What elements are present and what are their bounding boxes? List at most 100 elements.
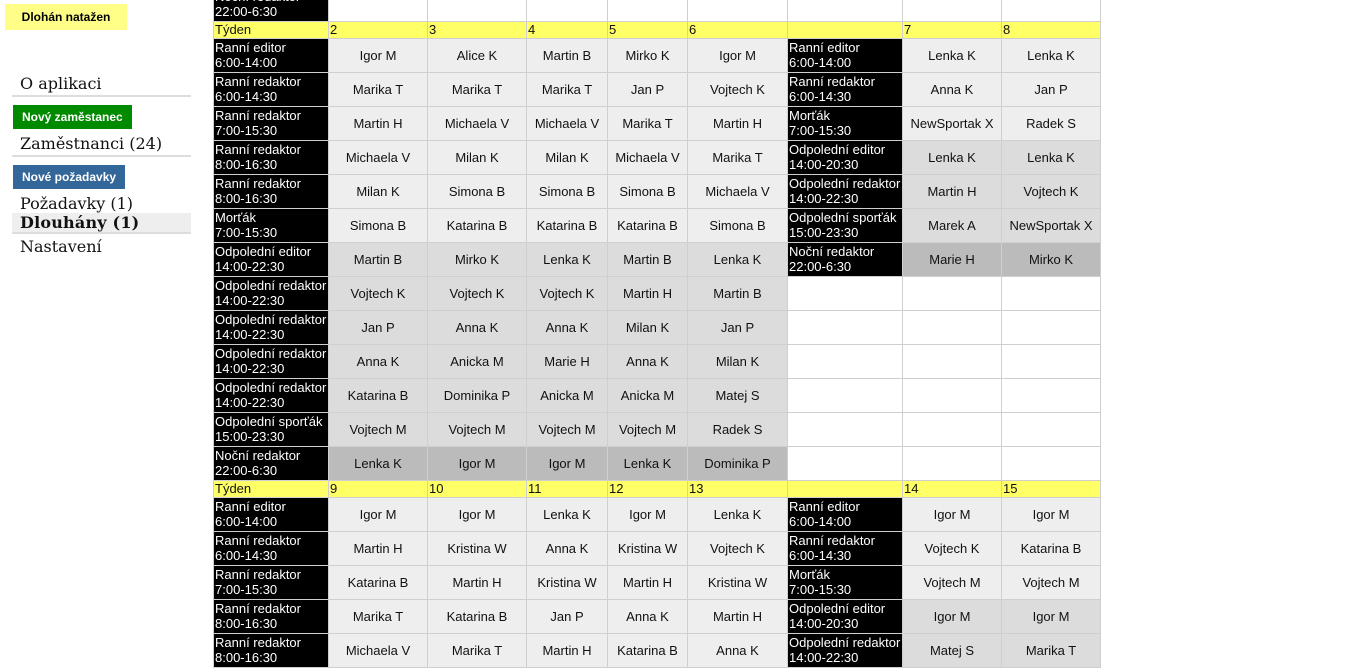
- assignment-cell[interactable]: Simona B: [328, 208, 428, 243]
- assignment-cell[interactable]: Anicka M: [607, 378, 688, 413]
- assignment-cell[interactable]: Igor M: [607, 497, 688, 532]
- assignment-cell[interactable]: Igor M: [427, 497, 527, 532]
- assignment-cell[interactable]: Vojtech M: [427, 412, 527, 447]
- assignment-cell[interactable]: Igor M: [1001, 497, 1101, 532]
- assignment-cell[interactable]: Vojtech M: [526, 412, 608, 447]
- assignment-cell[interactable]: Dominika P: [427, 378, 527, 413]
- assignment-cell[interactable]: Igor M: [328, 38, 428, 73]
- assignment-cell[interactable]: Lenka K: [328, 446, 428, 481]
- assignment-cell[interactable]: Anna K: [902, 72, 1002, 107]
- assignment-cell[interactable]: Marika T: [427, 72, 527, 107]
- assignment-cell[interactable]: Vojtech K: [427, 276, 527, 311]
- assignment-cell[interactable]: Michaela V: [526, 106, 608, 141]
- assignment-cell[interactable]: Milan K: [687, 344, 788, 379]
- assignment-cell[interactable]: Milan K: [526, 140, 608, 175]
- assignment-cell[interactable]: Vojtech K: [526, 276, 608, 311]
- assignment-cell[interactable]: Igor M: [687, 38, 788, 73]
- assignment-cell[interactable]: Katarina B: [526, 208, 608, 243]
- assignment-cell[interactable]: Martin B: [526, 38, 608, 73]
- assignment-cell[interactable]: Radek S: [687, 412, 788, 447]
- assignment-cell[interactable]: Simona B: [526, 174, 608, 209]
- assignment-cell[interactable]: Kristina W: [607, 531, 688, 566]
- assignment-cell[interactable]: Lenka K: [902, 140, 1002, 175]
- assignment-cell[interactable]: Marek A: [902, 208, 1002, 243]
- assignment-cell[interactable]: Lenka K: [526, 497, 608, 532]
- assignment-cell[interactable]: Vojtech M: [607, 412, 688, 447]
- assignment-cell[interactable]: Lenka K: [1001, 38, 1101, 73]
- assignment-cell[interactable]: Igor M: [1001, 599, 1101, 634]
- assignment-cell[interactable]: Kristina W: [687, 565, 788, 600]
- assignment-cell[interactable]: Anna K: [328, 344, 428, 379]
- assignment-cell[interactable]: Milan K: [607, 310, 688, 345]
- assignment-cell[interactable]: Milan K: [328, 174, 428, 209]
- assignment-cell[interactable]: Martin H: [607, 276, 688, 311]
- assignment-cell[interactable]: Marika T: [328, 599, 428, 634]
- assignment-cell[interactable]: Anna K: [607, 599, 688, 634]
- assignment-cell[interactable]: Martin H: [902, 174, 1002, 209]
- assignment-cell[interactable]: NewSportak X: [1001, 208, 1101, 243]
- assignment-cell[interactable]: Igor M: [328, 497, 428, 532]
- assignment-cell[interactable]: Igor M: [427, 446, 527, 481]
- assignment-cell[interactable]: Matej S: [687, 378, 788, 413]
- assignment-cell[interactable]: Anna K: [526, 531, 608, 566]
- assignment-cell[interactable]: Vojtech M: [1001, 565, 1101, 600]
- assignment-cell[interactable]: Vojtech K: [902, 531, 1002, 566]
- nav-about[interactable]: O aplikaci: [12, 74, 191, 97]
- assignment-cell[interactable]: Martin B: [328, 242, 428, 277]
- nav-long-shifts[interactable]: Dlouhány (1): [12, 213, 191, 234]
- assignment-cell[interactable]: Jan P: [328, 310, 428, 345]
- assignment-cell[interactable]: Jan P: [687, 310, 788, 345]
- assignment-cell[interactable]: Marika T: [328, 72, 428, 107]
- assignment-cell[interactable]: Igor M: [902, 599, 1002, 634]
- assignment-cell[interactable]: Marika T: [526, 72, 608, 107]
- assignment-cell[interactable]: Michaela V: [687, 174, 788, 209]
- assignment-cell[interactable]: Simona B: [427, 174, 527, 209]
- assignment-cell[interactable]: Lenka K: [526, 242, 608, 277]
- assignment-cell[interactable]: Martin B: [687, 276, 788, 311]
- assignment-cell[interactable]: Mirko K: [1001, 242, 1101, 277]
- assignment-cell[interactable]: Marika T: [607, 106, 688, 141]
- assignment-cell[interactable]: Martin B: [607, 242, 688, 277]
- assignment-cell[interactable]: Martin H: [687, 106, 788, 141]
- assignment-cell[interactable]: Vojtech K: [687, 72, 788, 107]
- assignment-cell[interactable]: Katarina B: [1001, 531, 1101, 566]
- assignment-cell[interactable]: Anna K: [607, 344, 688, 379]
- assignment-cell[interactable]: Anicka M: [526, 378, 608, 413]
- assignment-cell[interactable]: Martin H: [328, 106, 428, 141]
- assignment-cell[interactable]: Katarina B: [328, 565, 428, 600]
- assignment-cell[interactable]: Alice K: [427, 38, 527, 73]
- assignment-cell[interactable]: Martin H: [328, 531, 428, 566]
- assignment-cell[interactable]: Marie H: [902, 242, 1002, 277]
- assignment-cell[interactable]: Lenka K: [687, 497, 788, 532]
- assignment-cell[interactable]: Kristina W: [427, 531, 527, 566]
- assignment-cell[interactable]: Anna K: [526, 310, 608, 345]
- assignment-cell[interactable]: Mirko K: [427, 242, 527, 277]
- assignment-cell[interactable]: Jan P: [1001, 72, 1101, 107]
- assignment-cell[interactable]: Dominika P: [687, 446, 788, 481]
- assignment-cell[interactable]: Katarina B: [607, 208, 688, 243]
- assignment-cell[interactable]: Vojtech M: [328, 412, 428, 447]
- assignment-cell[interactable]: Igor M: [526, 446, 608, 481]
- assignment-cell[interactable]: Lenka K: [607, 446, 688, 481]
- assignment-cell[interactable]: Katarina B: [427, 599, 527, 634]
- assignment-cell[interactable]: Milan K: [427, 140, 527, 175]
- assignment-cell[interactable]: Mirko K: [607, 38, 688, 73]
- assignment-cell[interactable]: Michaela V: [607, 140, 688, 175]
- assignment-cell[interactable]: Radek S: [1001, 106, 1101, 141]
- assignment-cell[interactable]: Martin H: [607, 565, 688, 600]
- assignment-cell[interactable]: Vojtech K: [1001, 174, 1101, 209]
- assignment-cell[interactable]: Anna K: [427, 310, 527, 345]
- assignment-cell[interactable]: Lenka K: [902, 38, 1002, 73]
- assignment-cell[interactable]: Simona B: [687, 208, 788, 243]
- nav-settings[interactable]: Nastavení: [12, 234, 191, 256]
- assignment-cell[interactable]: Katarina B: [427, 208, 527, 243]
- assignment-cell[interactable]: Vojtech K: [687, 531, 788, 566]
- assignment-cell[interactable]: Anicka M: [427, 344, 527, 379]
- assignment-cell[interactable]: Marie H: [526, 344, 608, 379]
- assignment-cell[interactable]: Simona B: [607, 174, 688, 209]
- new-requests-button[interactable]: Nové požadavky: [13, 165, 126, 189]
- assignment-cell[interactable]: Vojtech K: [328, 276, 428, 311]
- assignment-cell[interactable]: Michaela V: [328, 140, 428, 175]
- assignment-cell[interactable]: Igor M: [902, 497, 1002, 532]
- nav-requests[interactable]: Požadavky (1): [12, 189, 191, 213]
